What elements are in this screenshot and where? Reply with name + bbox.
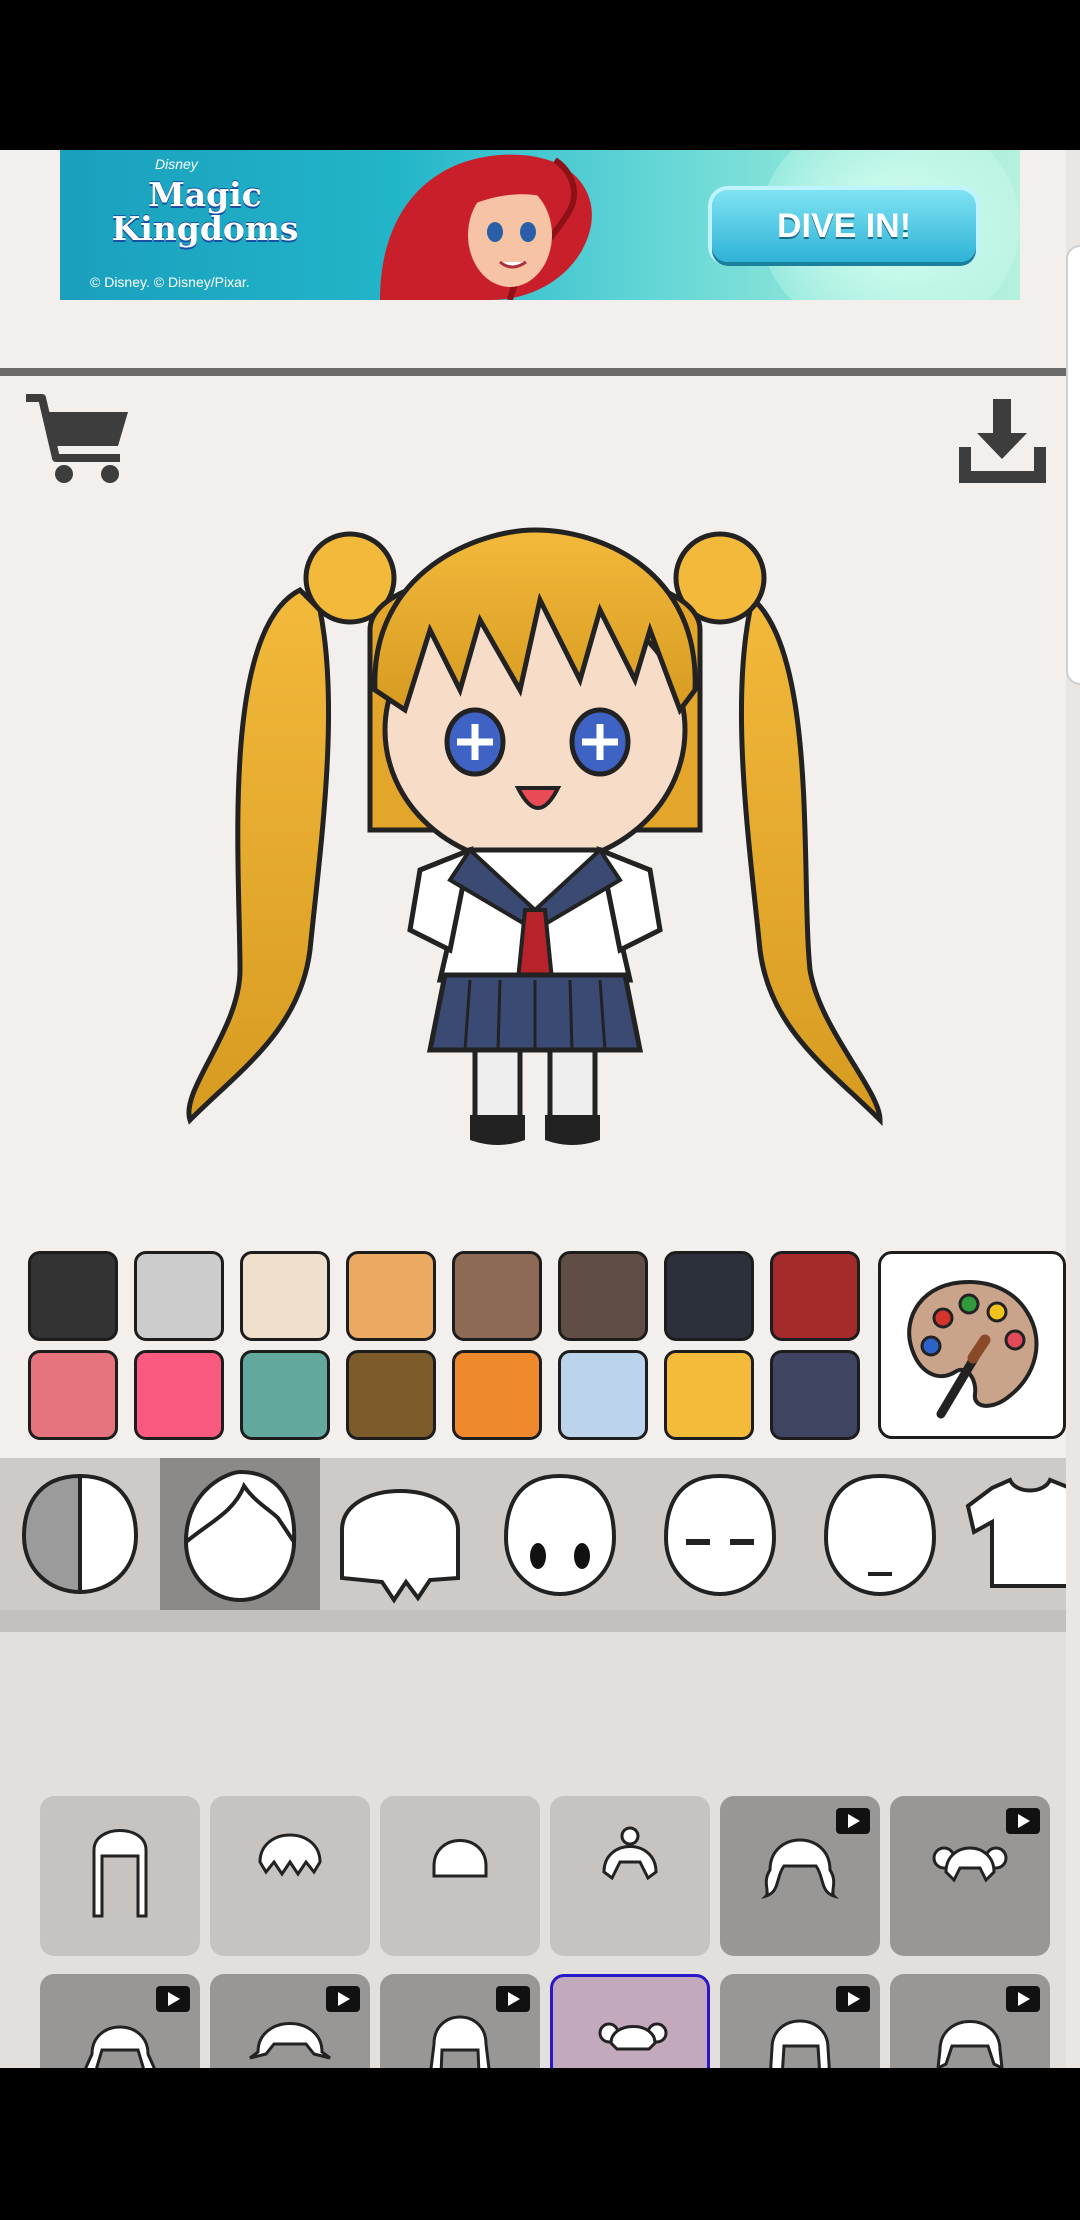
color-swatch[interactable] bbox=[28, 1350, 118, 1440]
hair-style-grid bbox=[0, 1632, 1066, 2068]
long-straight-hair-icon bbox=[92, 1829, 148, 1918]
category-bar-shadow bbox=[0, 1610, 1066, 1632]
video-unlock-icon bbox=[496, 1986, 530, 2012]
color-swatch[interactable] bbox=[346, 1350, 436, 1440]
category-mouth[interactable] bbox=[800, 1458, 960, 1610]
shopping-cart-icon bbox=[26, 394, 128, 483]
category-skin[interactable] bbox=[0, 1458, 160, 1610]
messy-short-hair-icon bbox=[258, 1833, 322, 1877]
video-unlock-icon bbox=[326, 1986, 360, 2012]
ad-banner[interactable]: Disney Magic Kingdoms © Disney. © Disney… bbox=[60, 150, 1020, 300]
skin-tone-icon bbox=[21, 1473, 139, 1595]
video-unlock-icon bbox=[1006, 1808, 1040, 1834]
video-unlock-icon bbox=[1006, 1986, 1040, 2012]
color-swatch[interactable] bbox=[346, 1251, 436, 1341]
avatar-maker-app: Disney Magic Kingdoms © Disney. © Disney… bbox=[0, 150, 1066, 2068]
edge-panel-handle[interactable] bbox=[1066, 245, 1080, 685]
paint-palette-icon bbox=[907, 1279, 1039, 1419]
color-swatch[interactable] bbox=[558, 1251, 648, 1341]
color-swatch[interactable] bbox=[664, 1251, 754, 1341]
category-bar bbox=[0, 1458, 1066, 1610]
hair-icon bbox=[183, 1469, 297, 1602]
ad-brand-small: Disney bbox=[155, 156, 198, 172]
hair-item-locked[interactable] bbox=[890, 1796, 1050, 1956]
twin-buns-hair-icon bbox=[598, 2022, 668, 2051]
divider bbox=[0, 368, 1066, 376]
hair-item-locked[interactable] bbox=[890, 1974, 1050, 2068]
download-button[interactable] bbox=[955, 395, 1050, 490]
bun-top-hair-icon bbox=[602, 1826, 658, 1881]
category-back-hair[interactable] bbox=[320, 1458, 480, 1610]
color-swatch[interactable] bbox=[134, 1350, 224, 1440]
hair-item[interactable] bbox=[380, 1796, 540, 1956]
ad-brand-logo: Magic Kingdoms bbox=[111, 175, 299, 248]
color-swatch[interactable] bbox=[558, 1350, 648, 1440]
hair-item-locked[interactable] bbox=[40, 1974, 200, 2068]
video-unlock-icon bbox=[156, 1986, 190, 2012]
video-unlock-icon bbox=[836, 1808, 870, 1834]
closed-eyes-icon bbox=[663, 1473, 777, 1597]
screen: Disney Magic Kingdoms © Disney. © Disney… bbox=[0, 0, 1080, 2220]
category-brows[interactable] bbox=[640, 1458, 800, 1610]
hair-item-selected[interactable] bbox=[550, 1974, 710, 2068]
hair-item-locked[interactable] bbox=[720, 1974, 880, 2068]
hair-item-locked[interactable] bbox=[380, 1974, 540, 2068]
category-eyes[interactable] bbox=[480, 1458, 640, 1610]
category-hair[interactable] bbox=[160, 1458, 320, 1610]
eyes-icon bbox=[503, 1473, 617, 1597]
color-swatch[interactable] bbox=[770, 1251, 860, 1341]
shop-button[interactable] bbox=[22, 390, 132, 490]
color-swatch[interactable] bbox=[452, 1251, 542, 1341]
shirt-icon bbox=[965, 1477, 1066, 1588]
back-hair-icon bbox=[340, 1489, 460, 1604]
custom-color-button[interactable] bbox=[878, 1251, 1066, 1439]
color-swatch[interactable] bbox=[770, 1350, 860, 1440]
hair-item[interactable] bbox=[40, 1796, 200, 1956]
mermaid-illustration bbox=[380, 154, 592, 300]
color-swatch[interactable] bbox=[452, 1350, 542, 1440]
hair-item-locked[interactable] bbox=[210, 1974, 370, 2068]
category-clothes[interactable] bbox=[960, 1458, 1066, 1610]
ad-legal-text: © Disney. © Disney/Pixar. bbox=[90, 274, 250, 290]
color-swatch[interactable] bbox=[240, 1350, 330, 1440]
mouth-icon bbox=[823, 1473, 937, 1597]
ad-cta-button[interactable]: DIVE IN! bbox=[712, 190, 976, 262]
hair-item[interactable] bbox=[210, 1796, 370, 1956]
hair-item[interactable] bbox=[550, 1796, 710, 1956]
video-unlock-icon bbox=[836, 1986, 870, 2012]
color-swatch[interactable] bbox=[240, 1251, 330, 1341]
download-icon bbox=[959, 399, 1046, 483]
bob-hair-icon bbox=[432, 1839, 488, 1878]
color-swatch[interactable] bbox=[28, 1251, 118, 1341]
avatar-character bbox=[186, 527, 883, 1145]
color-swatch[interactable] bbox=[134, 1251, 224, 1341]
color-swatch[interactable] bbox=[664, 1350, 754, 1440]
hair-item-locked[interactable] bbox=[720, 1796, 880, 1956]
